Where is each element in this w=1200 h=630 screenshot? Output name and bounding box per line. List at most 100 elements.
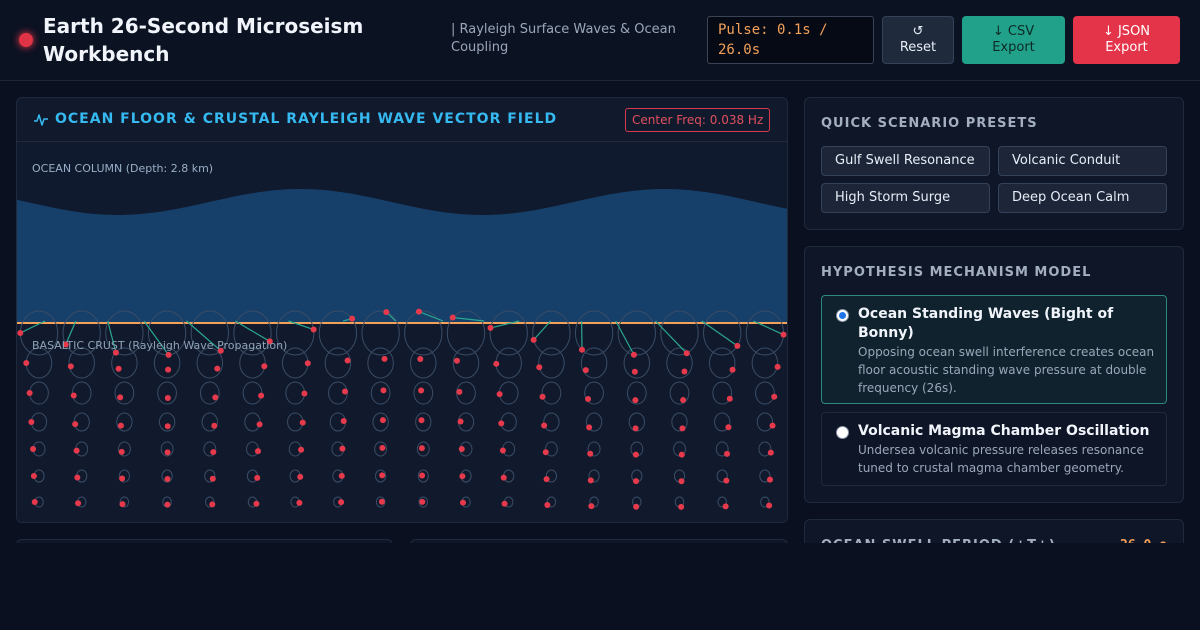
particle (633, 478, 640, 485)
particle (379, 444, 386, 451)
reset-button-label: ↺ Reset (899, 24, 937, 55)
radio-selected[interactable] (836, 309, 849, 322)
particle (75, 500, 82, 507)
particle (296, 499, 303, 506)
particle (165, 366, 172, 373)
particle (419, 498, 426, 505)
particle (632, 425, 639, 432)
particle (500, 474, 507, 481)
preset-high-storm-surge[interactable]: High Storm Surge (821, 183, 990, 213)
hypothesis-title: HYPOTHESIS MECHANISM MODEL (821, 265, 1092, 280)
particle (209, 475, 216, 482)
particle (119, 475, 126, 482)
particle (678, 503, 685, 510)
particle (541, 422, 548, 429)
crust-label: BASALTIC CRUST (Rayleigh Wave Propagatio… (32, 339, 288, 352)
particle (304, 360, 311, 367)
preset-gulf-swell-resonance[interactable]: Gulf Swell Resonance (821, 146, 990, 176)
csv-export-label: ↓ CSV Export (992, 24, 1035, 55)
particle (297, 473, 304, 480)
particle (212, 394, 219, 401)
particle (683, 350, 690, 357)
reset-button[interactable]: ↺ Reset (882, 16, 954, 64)
particle (586, 424, 593, 431)
particle (678, 478, 685, 485)
particle (418, 387, 425, 394)
particle (459, 499, 466, 506)
particle (723, 477, 730, 484)
particle (725, 424, 732, 431)
particle (681, 368, 688, 375)
particle (632, 397, 639, 404)
particle (378, 498, 385, 505)
particle (496, 391, 503, 398)
presets-panel: QUICK SCENARIO PRESETS Gulf Swell Resona… (804, 97, 1184, 230)
preset-deep-ocean-calm[interactable]: Deep Ocean Calm (998, 183, 1167, 213)
hypothesis-panel: HYPOTHESIS MECHANISM MODEL Ocean Standin… (804, 246, 1184, 503)
particle (28, 419, 35, 425)
particle (766, 476, 773, 483)
particle (766, 502, 773, 509)
particle (487, 324, 494, 331)
particle (498, 420, 505, 427)
particle (459, 473, 466, 480)
vector-field-title: OCEAN FLOOR & CRUSTAL RAYLEIGH WAVE VECT… (55, 111, 558, 127)
particle (339, 445, 346, 452)
preset-volcanic-conduit[interactable]: Volcanic Conduit (998, 146, 1167, 176)
particle (115, 365, 122, 372)
particle (164, 449, 171, 456)
particle (543, 476, 550, 483)
particle (542, 449, 549, 456)
hypothesis-option-name: Volcanic Magma Chamber Oscillation (858, 423, 1150, 439)
particle (17, 330, 24, 336)
presets-title: QUICK SCENARIO PRESETS (821, 116, 1038, 131)
particle (769, 422, 776, 429)
particle (256, 421, 263, 428)
particle (632, 451, 639, 458)
particle (164, 394, 171, 401)
particle (631, 368, 638, 375)
particle (261, 363, 268, 370)
particle (254, 474, 261, 481)
page-background (0, 543, 1200, 630)
radio-unselected[interactable] (836, 426, 849, 439)
particle (349, 315, 356, 322)
particle (117, 422, 124, 429)
csv-export-button[interactable]: ↓ CSV Export (962, 16, 1065, 64)
particle (118, 448, 125, 455)
particle (165, 351, 172, 358)
particle (771, 393, 778, 400)
vector-field-canvas[interactable] (17, 142, 787, 523)
json-export-button[interactable]: ↓ JSON Export (1073, 16, 1180, 64)
particle (31, 499, 38, 505)
particle (209, 501, 216, 508)
particle (457, 418, 464, 425)
particle (633, 503, 640, 510)
particle (73, 447, 80, 454)
particle (72, 421, 79, 428)
particle (30, 446, 37, 452)
particle (418, 445, 425, 452)
particle (767, 449, 774, 456)
particle (588, 503, 595, 510)
pulse-icon (34, 114, 48, 126)
app-header: Earth 26-Second Microseism Workbench | R… (0, 0, 1200, 81)
particle (344, 357, 351, 364)
hypothesis-option-ocean-standing-waves[interactable]: Ocean Standing Waves (Bight of Bonny) Op… (821, 295, 1167, 404)
particle (310, 326, 317, 333)
particle (578, 346, 585, 353)
status-indicator (19, 33, 33, 47)
vector-field-panel: OCEAN FLOOR & CRUSTAL RAYLEIGH WAVE VECT… (16, 97, 788, 523)
particle (119, 501, 126, 508)
app-subtitle: | Rayleigh Surface Waves & Ocean Couplin… (451, 22, 676, 55)
particle (258, 392, 265, 399)
particle (585, 395, 592, 402)
particle (679, 425, 686, 432)
particle (493, 360, 500, 367)
particle (380, 387, 387, 394)
particle (734, 342, 741, 349)
particle (298, 446, 305, 453)
particle (501, 500, 508, 507)
hypothesis-option-volcanic-magma[interactable]: Volcanic Magma Chamber Oscillation Under… (821, 412, 1167, 486)
particle (724, 450, 731, 457)
